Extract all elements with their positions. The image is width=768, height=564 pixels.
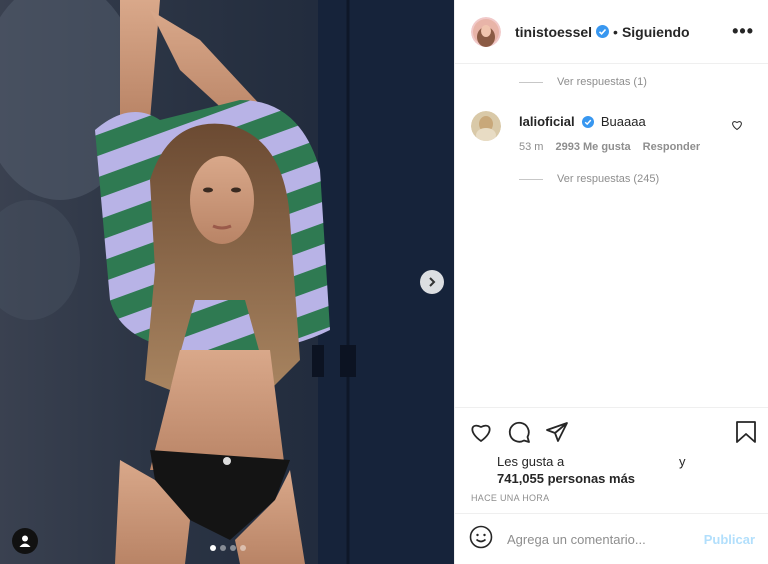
user-tag-icon [19, 535, 31, 547]
comment-composer: Agrega un comentario... Publicar [455, 513, 768, 564]
verified-badge-icon [582, 116, 595, 128]
view-replies-button[interactable]: Ver respuestas (245) [519, 173, 659, 185]
comment-body: lalioficial Buaaaa [519, 114, 646, 129]
liked-by-label: Les gusta a [497, 454, 565, 469]
carousel-dot [240, 545, 246, 551]
carousel-dot-active [210, 545, 216, 551]
comment-like-button[interactable] [731, 118, 743, 136]
post-photo [0, 0, 454, 564]
comments-section: Ver respuestas (1) lalioficial Buaaaa 53… [455, 65, 768, 407]
post-header: tinistoessel • Siguiendo ••• [455, 0, 768, 64]
following-button[interactable]: Siguiendo [622, 24, 690, 40]
comment-likes[interactable]: 2993 Me gusta [555, 141, 630, 153]
post-media[interactable] [0, 0, 454, 564]
view-replies-label: Ver respuestas (245) [557, 173, 660, 185]
replies-divider [519, 178, 543, 180]
comment-input[interactable]: Agrega un comentario... [507, 532, 704, 547]
comment-time[interactable]: 53 m [519, 141, 543, 153]
view-replies-label: Ver respuestas (1) [557, 76, 647, 88]
post-actions: Les gusta a y 741,055 personas más HACE … [455, 407, 768, 503]
emoji-icon [469, 525, 493, 548]
more-options-icon[interactable]: ••• [732, 21, 754, 42]
carousel-indicator [210, 545, 246, 551]
comment-icon [508, 421, 530, 443]
action-icons [469, 420, 569, 449]
author-username[interactable]: tinistoessel [515, 24, 592, 40]
share-icon [546, 422, 568, 442]
likes-line: Les gusta a y [497, 454, 697, 469]
emoji-button[interactable] [469, 525, 493, 554]
author-avatar[interactable] [471, 16, 501, 47]
comment-meta: 53 m 2993 Me gusta Responder [519, 141, 700, 153]
post-side-panel: tinistoessel • Siguiendo ••• Ver respues… [454, 0, 768, 564]
heart-icon [471, 424, 491, 442]
next-photo-button[interactable] [420, 270, 444, 294]
heart-icon [732, 121, 742, 131]
commenter-avatar[interactable] [471, 111, 501, 141]
like-button[interactable] [469, 420, 493, 449]
bookmark-icon [736, 421, 756, 443]
post-timestamp[interactable]: HACE UNA HORA [471, 493, 549, 503]
comment-text: Buaaaa [600, 114, 646, 129]
carousel-dot [220, 545, 226, 551]
likes-summary: Les gusta a y 741,055 personas más [497, 454, 697, 486]
header-separator: • [613, 23, 618, 40]
verified-badge-icon [596, 25, 610, 38]
comment-button[interactable] [507, 420, 531, 449]
user-tags-button[interactable] [12, 528, 38, 554]
likes-and: y [679, 454, 686, 469]
replies-divider [519, 81, 543, 83]
carousel-dot [230, 545, 236, 551]
chevron-right-icon [429, 277, 436, 287]
save-button[interactable] [735, 420, 757, 449]
view-replies-button[interactable]: Ver respuestas (1) [519, 76, 647, 88]
share-button[interactable] [545, 420, 569, 449]
likes-count[interactable]: 741,055 personas más [497, 471, 697, 486]
reply-button[interactable]: Responder [643, 141, 700, 153]
commenter-username[interactable]: lalioficial [519, 114, 575, 129]
publish-button[interactable]: Publicar [704, 532, 755, 547]
